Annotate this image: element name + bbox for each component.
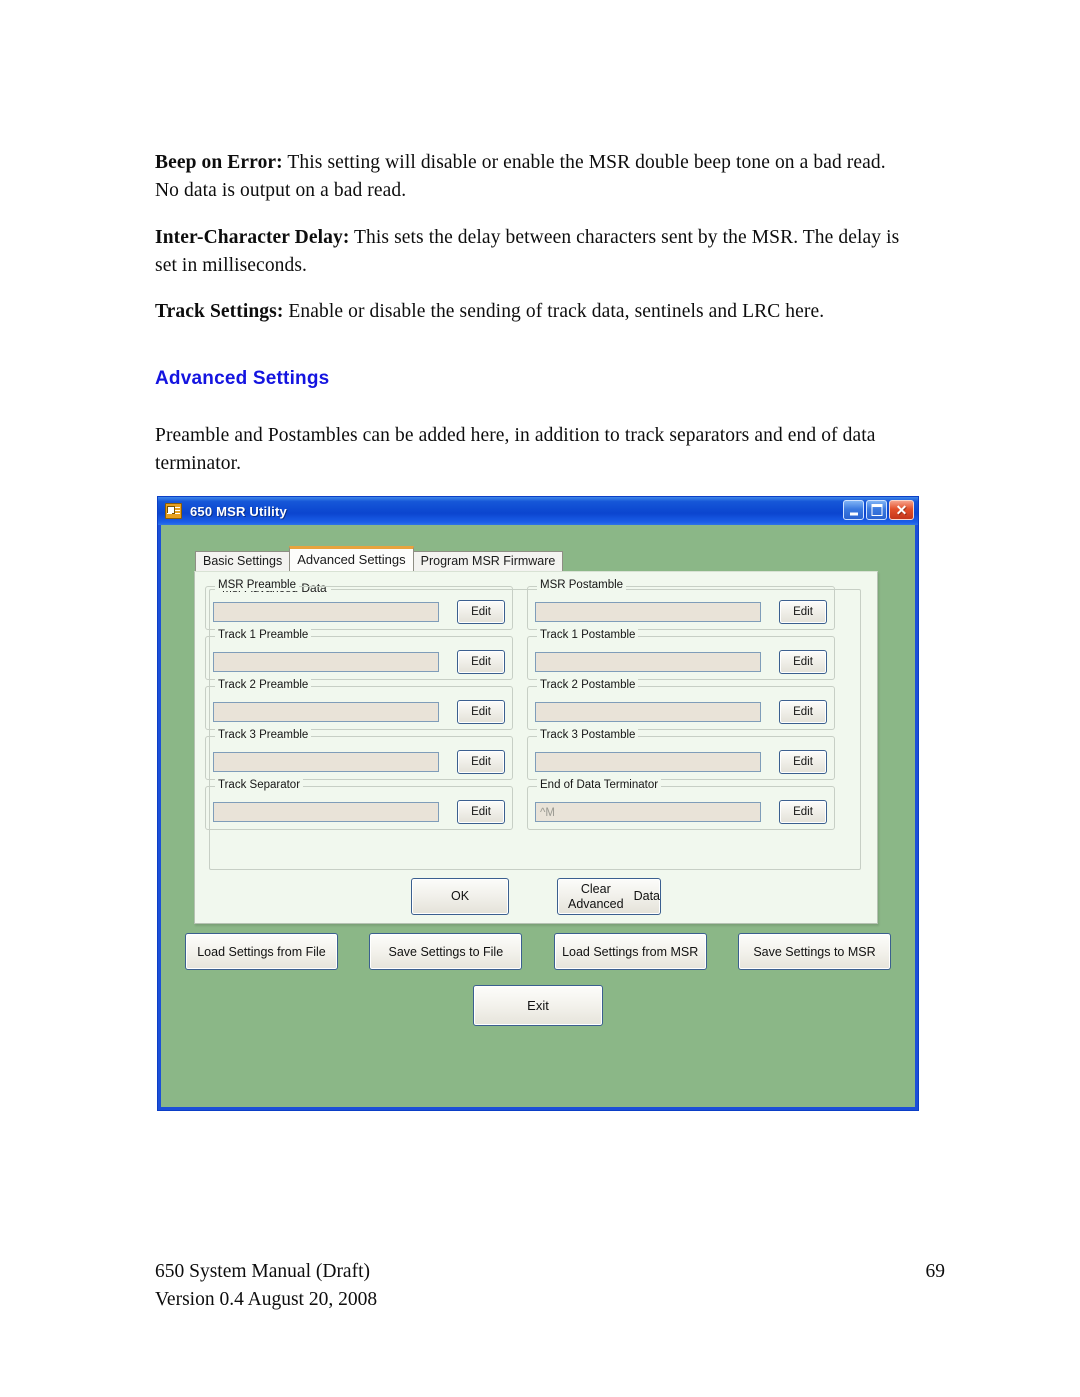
save-settings-to-file-button[interactable]: Save Settings to File (369, 933, 523, 970)
minimize-icon[interactable] (843, 500, 864, 520)
field-track-2-preamble: Track 2 Preamble Edit (205, 679, 513, 730)
edit-button-track-3-preamble[interactable]: Edit (457, 750, 505, 774)
field-row: Track 2 Preamble Edit Track 2 Postamble … (205, 679, 835, 730)
exit-button-row: Exit (161, 985, 915, 1026)
field-msr-postamble: MSR Postamble Edit (527, 579, 835, 630)
input-msr-preamble[interactable] (213, 602, 439, 622)
input-msr-postamble[interactable] (535, 602, 761, 622)
field-label-track-separator: Track Separator (215, 779, 304, 791)
paragraph-lead-inter-character-delay: Inter-Character Delay: (155, 227, 350, 248)
field-track-3-preamble: Track 3 Preamble Edit (205, 729, 513, 780)
edit-button-msr-postamble[interactable]: Edit (779, 600, 827, 624)
clear-advanced-data-button[interactable]: Clear Advanced Data (557, 878, 661, 915)
input-track-3-preamble[interactable] (213, 752, 439, 772)
maximize-icon[interactable] (866, 500, 887, 520)
field-track-1-preamble: Track 1 Preamble Edit (205, 629, 513, 680)
section-heading-advanced-settings: Advanced Settings (155, 368, 330, 389)
footer-version: Version 0.4 August 20, 2008 (155, 1288, 378, 1310)
input-track-separator[interactable] (213, 802, 439, 822)
field-label-track-3-preamble: Track 3 Preamble (215, 729, 312, 741)
tab-strip: Basic Settings Advanced Settings Program… (195, 546, 564, 571)
field-label-track-1-preamble: Track 1 Preamble (215, 629, 312, 641)
field-grid: MSR Preamble Edit MSR Postamble Edit Tra… (205, 579, 835, 836)
input-track-1-postamble[interactable] (535, 652, 761, 672)
paragraph-body-track-settings: Enable or disable the sending of track d… (283, 301, 825, 322)
field-track-2-postamble: Track 2 Postamble Edit (527, 679, 835, 730)
clear-advanced-data-label-line1: Clear Advanced (567, 881, 624, 911)
field-msr-preamble: MSR Preamble Edit (205, 579, 513, 630)
field-row: Track 1 Preamble Edit Track 1 Postamble … (205, 629, 835, 680)
tab-advanced-settings[interactable]: Advanced Settings (289, 546, 414, 571)
tab-panel-advanced-settings: Msr Advanced Data MSR Preamble Edit MSR … (194, 571, 878, 924)
field-label-track-3-postamble: Track 3 Postamble (537, 729, 639, 741)
footer-page-number: 69 (925, 1261, 946, 1282)
footer-line-1: 650 System Manual (Draft) 69 (155, 1258, 945, 1286)
tab-basic-settings[interactable]: Basic Settings (195, 551, 291, 571)
field-track-separator: Track Separator Edit (205, 779, 513, 830)
tab-program-msr-firmware[interactable]: Program MSR Firmware (412, 551, 564, 571)
input-end-of-data-terminator[interactable]: ^M (535, 802, 761, 822)
ok-button[interactable]: OK (411, 878, 509, 915)
edit-button-track-1-preamble[interactable]: Edit (457, 650, 505, 674)
input-track-3-postamble[interactable] (535, 752, 761, 772)
field-track-1-postamble: Track 1 Postamble Edit (527, 629, 835, 680)
bottom-button-row: Load Settings from File Save Settings to… (185, 933, 891, 970)
field-label-msr-preamble: MSR Preamble (215, 579, 299, 591)
paragraph-track-settings: Track Settings: Enable or disable the se… (155, 298, 903, 326)
clear-advanced-data-label-line2: Data (633, 889, 660, 903)
window-title: 650 MSR Utility (190, 503, 287, 519)
field-end-of-data-terminator: End of Data Terminator ^M Edit (527, 779, 835, 830)
field-label-track-2-preamble: Track 2 Preamble (215, 679, 312, 691)
app-card-icon (165, 503, 182, 519)
paragraph-preamble-postamble: Preamble and Postambles can be added her… (155, 425, 876, 474)
load-settings-from-msr-button[interactable]: Load Settings from MSR (553, 933, 707, 970)
edit-button-end-of-data-terminator[interactable]: Edit (779, 800, 827, 824)
window-titlebar: 650 MSR Utility ✕ (158, 497, 918, 525)
field-row: Track Separator Edit End of Data Termina… (205, 779, 835, 830)
edit-button-track-2-postamble[interactable]: Edit (779, 700, 827, 724)
exit-button[interactable]: Exit (473, 985, 603, 1026)
edit-button-track-2-preamble[interactable]: Edit (457, 700, 505, 724)
field-label-track-1-postamble: Track 1 Postamble (537, 629, 639, 641)
page-footer: 650 System Manual (Draft) 69 Version 0.4… (155, 1258, 945, 1313)
field-label-end-of-data-terminator: End of Data Terminator (537, 779, 662, 791)
close-glyph: ✕ (895, 502, 908, 518)
field-track-3-postamble: Track 3 Postamble Edit (527, 729, 835, 780)
paragraph-inter-character-delay: Inter-Character Delay: This sets the del… (155, 224, 903, 279)
panel-action-buttons: OK Clear Advanced Data (195, 878, 877, 915)
field-row: MSR Preamble Edit MSR Postamble Edit (205, 579, 835, 630)
edit-button-msr-preamble[interactable]: Edit (457, 600, 505, 624)
paragraph-lead-track-settings: Track Settings: (155, 301, 284, 322)
paragraph-lead-beep-on-error: Beep on Error: (155, 152, 283, 173)
input-track-1-preamble[interactable] (213, 652, 439, 672)
window-controls: ✕ (843, 500, 914, 520)
input-track-2-postamble[interactable] (535, 702, 761, 722)
footer-manual-title: 650 System Manual (Draft) (155, 1261, 370, 1282)
window-body: Basic Settings Advanced Settings Program… (161, 525, 915, 1107)
paragraph-beep-on-error: Beep on Error: This setting will disable… (155, 149, 903, 204)
edit-button-track-separator[interactable]: Edit (457, 800, 505, 824)
field-label-msr-postamble: MSR Postamble (537, 579, 627, 591)
application-screenshot-window: 650 MSR Utility ✕ Basic Settings Advance… (157, 496, 919, 1111)
close-icon[interactable]: ✕ (889, 500, 914, 520)
save-settings-to-msr-button[interactable]: Save Settings to MSR (737, 933, 891, 970)
field-label-track-2-postamble: Track 2 Postamble (537, 679, 639, 691)
edit-button-track-3-postamble[interactable]: Edit (779, 750, 827, 774)
edit-button-track-1-postamble[interactable]: Edit (779, 650, 827, 674)
input-track-2-preamble[interactable] (213, 702, 439, 722)
field-row: Track 3 Preamble Edit Track 3 Postamble … (205, 729, 835, 780)
load-settings-from-file-button[interactable]: Load Settings from File (185, 933, 338, 970)
